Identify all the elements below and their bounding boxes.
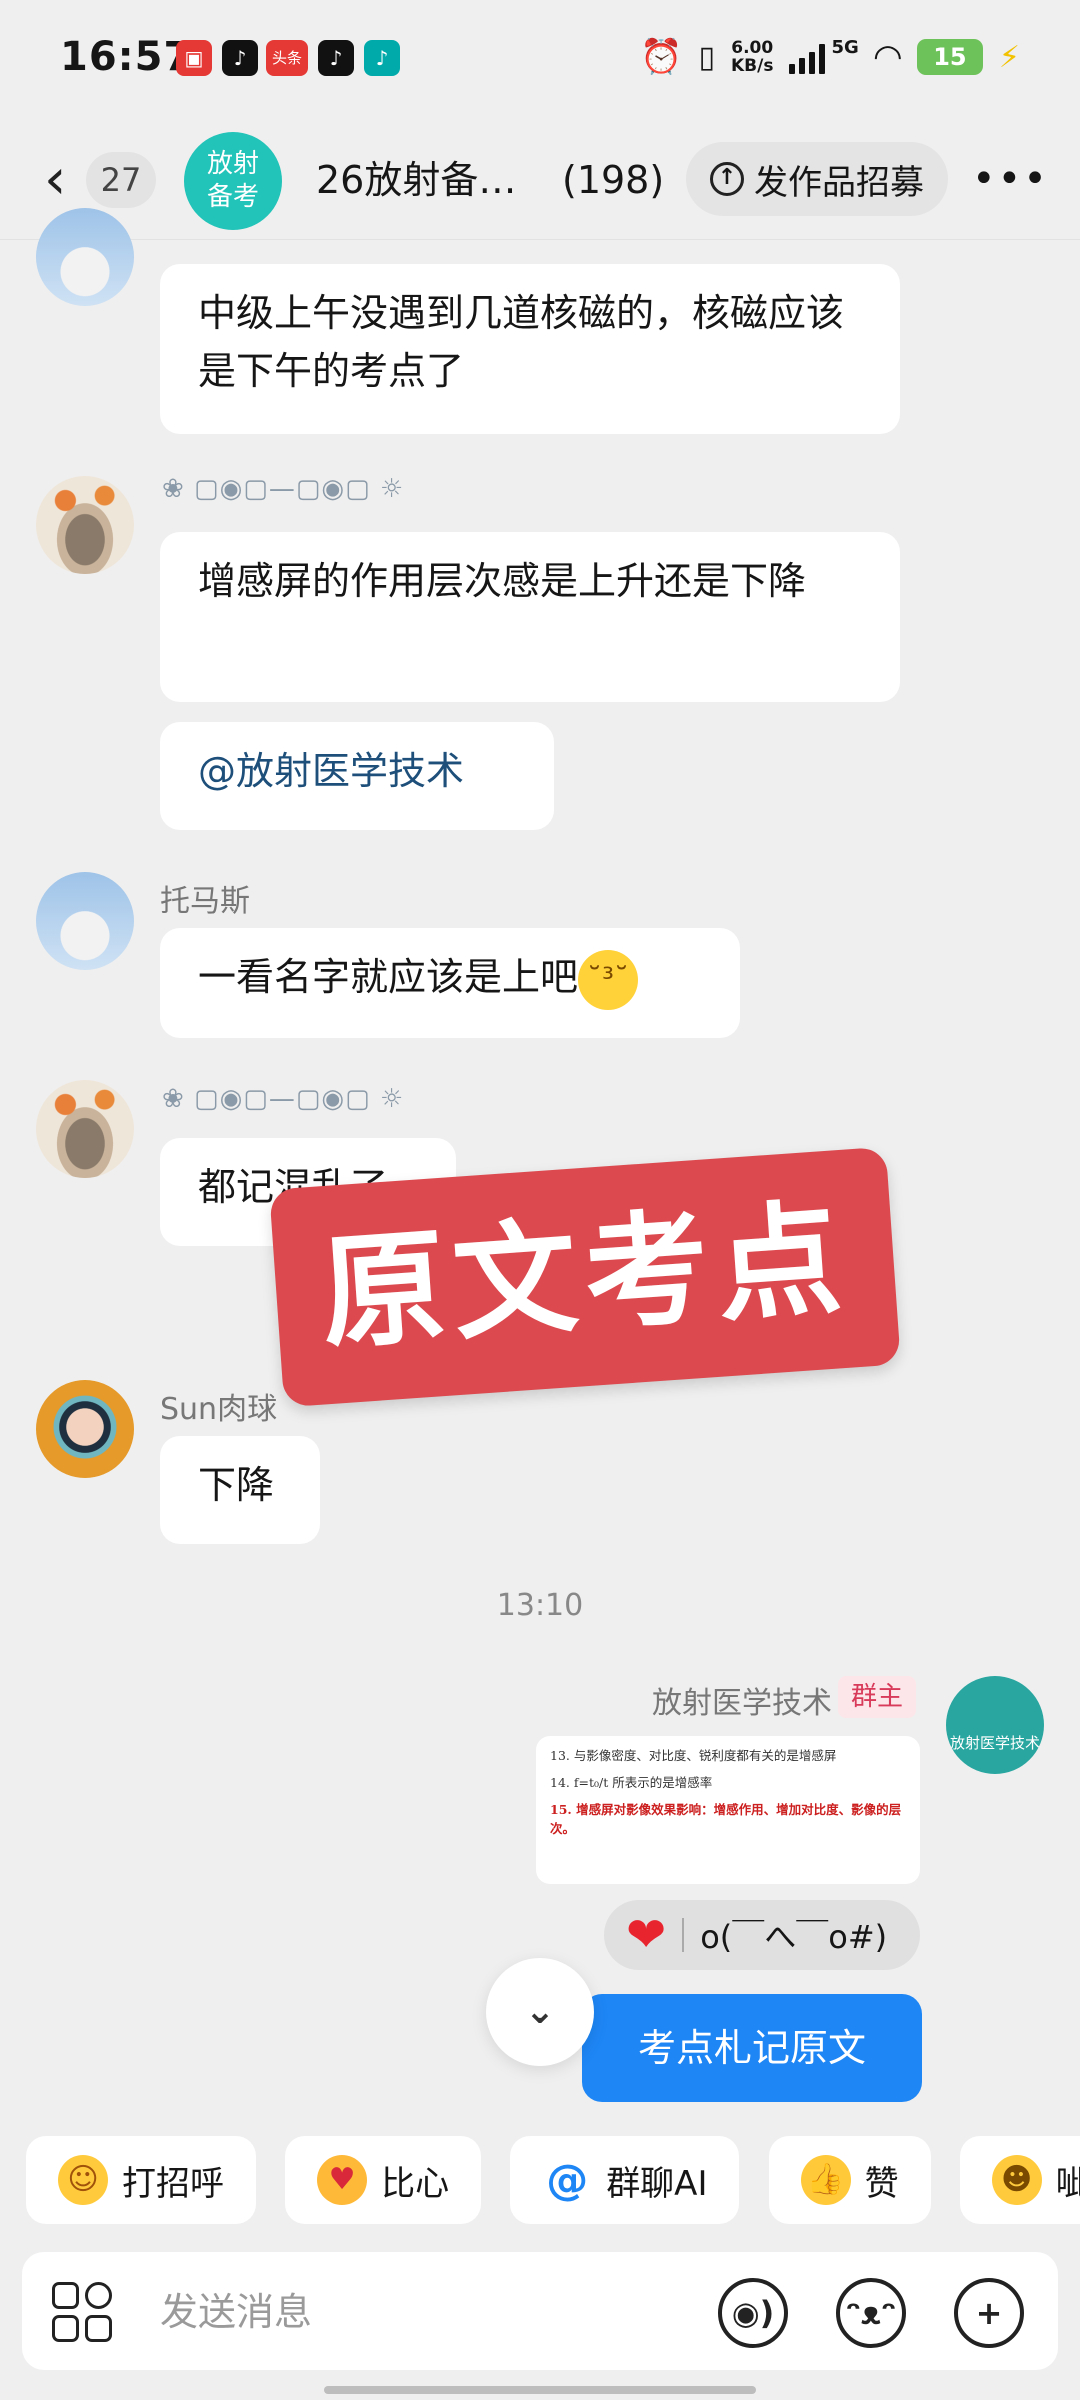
video-notification-icon: ▣ bbox=[176, 40, 212, 76]
status-time: 16:57 bbox=[60, 34, 193, 80]
recruit-button-label: 发作品招募 bbox=[754, 162, 924, 203]
chip-label: 比心 bbox=[381, 2163, 450, 2204]
mention-bubble[interactable]: @放射医学技术 bbox=[160, 722, 554, 830]
message-text: 一看名字就应该是上吧 bbox=[198, 955, 579, 999]
message-bubble[interactable]: 中级上午没遇到几道核磁的，核磁应该是下午的考点了 bbox=[160, 264, 900, 434]
emoji-icon[interactable]: ᵔᴥᵔ bbox=[836, 2278, 906, 2348]
sender-name: 托马斯 bbox=[160, 884, 250, 919]
chip-label: 赞 bbox=[864, 2163, 899, 2204]
document-image-card[interactable]: 13. 与影像密度、对比度、锐利度都有关的是增感屏 14. f=t₀/t 所表示… bbox=[536, 1736, 920, 1884]
alarm-icon: ⏰ bbox=[640, 37, 683, 77]
tiktok-notification-icon-2: ♪ bbox=[318, 40, 354, 76]
net-speed-value: 6.00 bbox=[731, 38, 774, 58]
voice-icon[interactable]: ◉) bbox=[718, 2278, 788, 2348]
owner-avatar[interactable]: 放射医学技术 bbox=[946, 1676, 1044, 1774]
timestamp: 13:10 bbox=[496, 1588, 584, 1623]
message-bubble[interactable]: 下降 bbox=[160, 1436, 320, 1544]
group-avatar-line1: 放射 bbox=[206, 149, 259, 179]
heart-hands-icon: ♥ bbox=[317, 2155, 368, 2205]
network-type: 5G bbox=[831, 36, 859, 58]
apps-grid-icon[interactable] bbox=[52, 2282, 112, 2342]
back-arrow-icon[interactable]: ‹ bbox=[44, 150, 66, 210]
message-input[interactable] bbox=[160, 2282, 680, 2342]
status-right: ⏰ ▯ 6.00 KB/s 5G ◠ 15 ⚡ bbox=[640, 34, 1020, 80]
quick-reply-like[interactable]: 👍 赞 bbox=[768, 2136, 931, 2224]
quick-reply-wave[interactable]: ☺ 打招呼 bbox=[26, 2136, 256, 2224]
recruit-button[interactable]: ↑ 发作品招募 bbox=[686, 142, 948, 216]
owner-tag: 群主 bbox=[838, 1676, 916, 1718]
avatar[interactable] bbox=[36, 872, 134, 970]
doc-line: 14. f=t₀/t 所表示的是增感率 bbox=[550, 1775, 713, 1790]
quick-reply-ai[interactable]: @ 群聊AI bbox=[510, 2136, 740, 2224]
thinking-face-icon: ˘³˘ bbox=[578, 949, 639, 1010]
reaction-bar[interactable]: ❤ o(￣へ￣o#) bbox=[604, 1900, 920, 1970]
home-indicator[interactable] bbox=[324, 2386, 756, 2394]
quick-reply-heart[interactable]: ♥ 比心 bbox=[285, 2136, 482, 2224]
heart-icon: ❤ bbox=[626, 1907, 667, 1963]
tiktok-notification-icon: ♪ bbox=[222, 40, 258, 76]
thumbs-up-icon: 👍 bbox=[800, 2155, 851, 2205]
vibrate-icon: ▯ bbox=[698, 39, 715, 75]
quick-reply-grin[interactable]: ☻ 呲 bbox=[959, 2136, 1080, 2224]
scroll-to-bottom-button[interactable]: ⌄ bbox=[486, 1958, 594, 2066]
avatar[interactable] bbox=[36, 1380, 134, 1478]
net-speed: 6.00 KB/s bbox=[731, 39, 773, 75]
sender-name: Sun肉球 bbox=[160, 1392, 278, 1427]
group-name[interactable]: 26放射备… bbox=[316, 152, 516, 208]
glasses-nickname-icon: ❀ ▢◉▢—▢◉▢ ☼ bbox=[162, 1084, 405, 1114]
grin-face-icon: ☻ bbox=[991, 2155, 1042, 2205]
doc-line: 13. 与影像密度、对比度、锐利度都有关的是增感屏 bbox=[550, 1748, 837, 1763]
charging-icon: ⚡ bbox=[998, 39, 1020, 75]
upload-icon: ↑ bbox=[710, 162, 744, 196]
group-avatar[interactable]: 放射 备考 bbox=[184, 132, 282, 230]
doc-line: 15. 增感屏对影像效果影响：增感作用、增加对比度、影像的层次。 bbox=[550, 1802, 902, 1836]
chip-label: 群聊AI bbox=[606, 2163, 708, 2204]
avatar[interactable] bbox=[36, 208, 134, 306]
divider bbox=[682, 1918, 685, 1952]
unread-count-badge[interactable]: 27 bbox=[86, 152, 156, 208]
message-bubble[interactable]: 增感屏的作用层次感是上升还是下降 bbox=[160, 532, 900, 702]
status-bar: 16:57 ▣ ♪ 头条 ♪ ♪ ⏰ ▯ 6.00 KB/s 5G ◠ 15 ⚡ bbox=[0, 0, 1080, 120]
chat-header: ‹ 27 放射 备考 26放射备… (198) ↑ 发作品招募 ••• bbox=[0, 120, 1080, 240]
chip-label: 呲 bbox=[1055, 2163, 1080, 2204]
at-icon: @ bbox=[546, 2155, 589, 2204]
input-bar: ◉) ᵔᴥᵔ + bbox=[22, 2252, 1058, 2370]
member-count: (198) bbox=[562, 158, 665, 202]
signal-icon bbox=[789, 40, 826, 74]
more-icon[interactable]: ••• bbox=[972, 156, 1049, 202]
wifi-icon: ◠ bbox=[874, 37, 901, 77]
group-avatar-line2: 备考 bbox=[206, 182, 259, 212]
message-bubble[interactable]: 一看名字就应该是上吧 ˘³˘ bbox=[160, 928, 740, 1038]
net-speed-unit: KB/s bbox=[730, 56, 774, 76]
reaction-text: o(￣へ￣o#) bbox=[700, 1918, 888, 1956]
tiktok-lite-notification-icon: ♪ bbox=[364, 40, 400, 76]
chip-label: 打招呼 bbox=[122, 2163, 224, 2204]
owner-name: 放射医学技术 bbox=[652, 1686, 832, 1721]
message-bubble-self[interactable]: 考点札记原文 bbox=[582, 1994, 922, 2102]
quick-reply-row: ☺ 打招呼 ♥ 比心 @ 群聊AI 👍 赞 ☻ 呲 bbox=[26, 2136, 1080, 2224]
wave-face-icon: ☺ bbox=[58, 2155, 108, 2205]
avatar[interactable] bbox=[36, 1080, 134, 1178]
sticker-overlay: 原文考点 bbox=[269, 1146, 901, 1408]
avatar[interactable] bbox=[36, 476, 134, 574]
plus-icon[interactable]: + bbox=[954, 2278, 1024, 2348]
toutiao-notification-icon: 头条 bbox=[266, 40, 308, 76]
glasses-nickname-icon: ❀ ▢◉▢—▢◉▢ ☼ bbox=[162, 474, 405, 504]
battery-icon: 15 bbox=[916, 39, 983, 75]
